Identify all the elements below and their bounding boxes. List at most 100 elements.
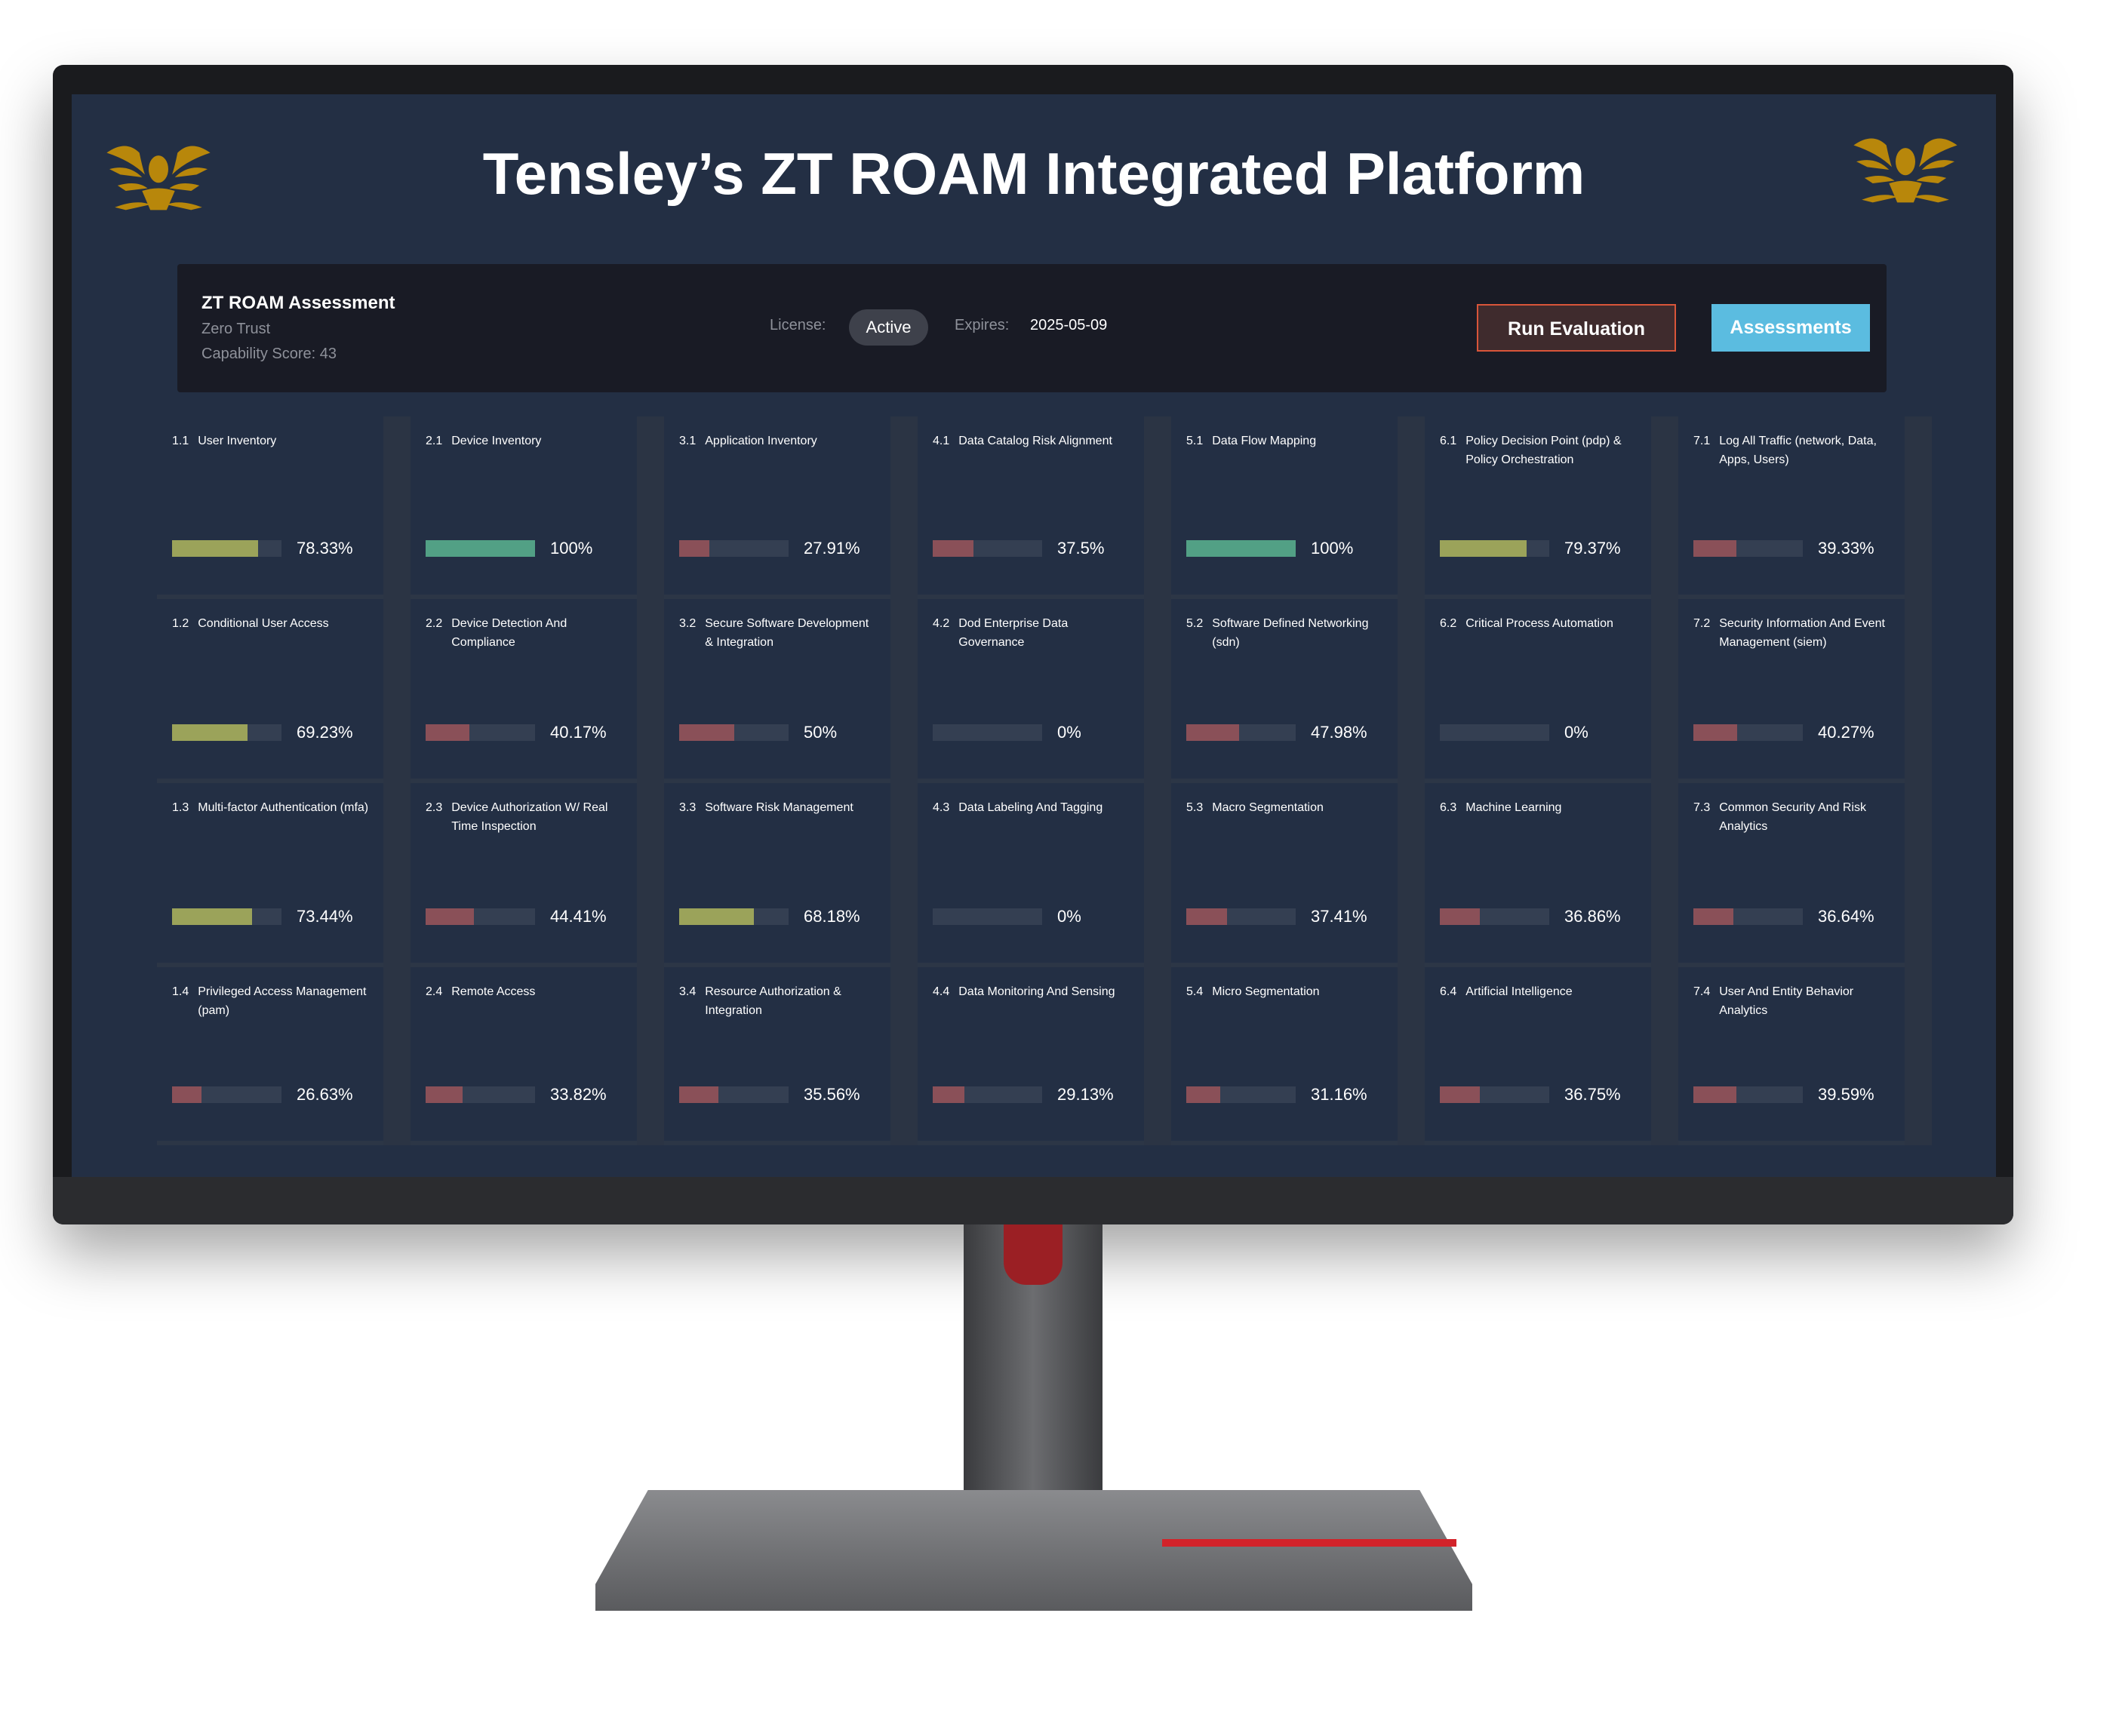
progress-percent: 36.64% [1818,907,1874,926]
capability-number: 6.1 [1440,435,1457,447]
run-evaluation-button[interactable]: Run Evaluation [1477,304,1676,352]
progress-fill [933,1086,965,1103]
capability-number: 7.1 [1693,435,1711,447]
capability-name: Security Information And Event Managemen… [1719,617,1885,649]
capability-label: 2.2 Device Detection And Compliance [426,614,626,652]
capability-card[interactable]: 6.2 Critical Process Automation 0% [1425,599,1651,783]
capability-card[interactable]: 1.3 Multi-factor Authentication (mfa) 73.… [157,783,383,967]
capability-label: 1.4 Privileged Access Management (pam) [172,982,372,1020]
progress-fill [679,908,754,925]
capability-label: 5.4 Micro Segmentation [1186,982,1386,1001]
progress-fill [426,724,470,741]
capability-card[interactable]: 5.4 Micro Segmentation 31.16% [1171,967,1398,1145]
capability-name: Dod Enterprise Data Governance [958,617,1069,649]
capability-card[interactable]: 2.3 Device Authorization W/ Real Time Ins… [411,783,637,967]
capability-name: Privileged Access Management (pam) [198,985,367,1017]
capability-card[interactable]: 4.1 Data Catalog Risk Alignment 37.5% [918,416,1144,599]
progress-bar [172,1086,281,1103]
license-status-badge: Active [849,309,928,346]
progress-fill [1186,908,1228,925]
capability-number: 7.3 [1693,801,1711,814]
capability-card[interactable]: 5.1 Data Flow Mapping 100% [1171,416,1398,599]
capability-card[interactable]: 6.1 Policy Decision Point (pdp) & Policy … [1425,416,1651,599]
progress-percent: 39.59% [1818,1085,1874,1104]
progress-percent: 0% [1057,723,1081,742]
capability-name: Multi-factor Authentication (mfa) [198,801,369,814]
capability-card[interactable]: 4.3 Data Labeling And Tagging 0% [918,783,1144,967]
capability-card[interactable]: 5.2 Software Defined Networking (sdn) 47.… [1171,599,1398,783]
capability-card[interactable]: 6.4 Artificial Intelligence 36.75% [1425,967,1651,1145]
column-gutter [637,416,664,1145]
capability-card[interactable]: 7.2 Security Information And Event Manage… [1678,599,1905,783]
capability-name: Policy Decision Point (pdp) & Policy Orc… [1465,435,1622,466]
assessments-button[interactable]: Assessments [1711,304,1870,352]
capability-card[interactable]: 5.3 Macro Segmentation 37.41% [1171,783,1398,967]
capability-name: Conditional User Access [198,617,329,630]
capability-number: 4.2 [933,617,950,630]
page-title: Tensley’s ZT ROAM Integrated Platform [482,140,1585,207]
capability-card[interactable]: 6.3 Machine Learning 36.86% [1425,783,1651,967]
capability-number: 3.1 [679,435,697,447]
progress-fill [172,724,248,741]
assessment-panel: ZT ROAM Assessment Zero Trust Capability… [177,264,1887,392]
capability-label: 4.1 Data Catalog Risk Alignment [933,432,1133,450]
capability-label: 7.2 Security Information And Event Manage… [1693,614,1893,652]
capability-card[interactable]: 4.2 Dod Enterprise Data Governance 0% [918,599,1144,783]
expires-label: Expires: [955,317,1010,333]
column-gutter [890,416,918,1145]
capability-number: 6.4 [1440,985,1457,998]
monitor-stand-base [595,1490,1472,1611]
capability-card[interactable]: 7.3 Common Security And Risk Analytics 36… [1678,783,1905,967]
progress-fill [172,908,253,925]
capability-label: 6.3 Machine Learning [1440,798,1640,817]
progress-bar [426,1086,535,1103]
capability-card[interactable]: 3.1 Application Inventory 27.91% [664,416,890,599]
capability-label: 6.2 Critical Process Automation [1440,614,1640,633]
progress-fill [1693,1086,1737,1103]
progress-fill [1186,1086,1221,1103]
progress-percent: 44.41% [550,907,607,926]
progress-bar [172,908,281,925]
capability-label: 2.4 Remote Access [426,982,626,1001]
capability-label: 7.4 User And Entity Behavior Analytics [1693,982,1893,1020]
progress-fill [1693,724,1738,741]
capability-number: 1.2 [172,617,189,630]
capability-card[interactable]: 4.4 Data Monitoring And Sensing 29.13% [918,967,1144,1145]
capability-number: 4.4 [933,985,950,998]
capability-card[interactable]: 7.4 User And Entity Behavior Analytics 39… [1678,967,1905,1145]
progress-bar [1693,908,1803,925]
capability-card[interactable]: 2.2 Device Detection And Compliance 40.17… [411,599,637,783]
capability-label: 7.1 Log All Traffic (network, Data, Apps,… [1693,432,1893,469]
capability-card[interactable]: 2.1 Device Inventory 100% [411,416,637,599]
capability-card[interactable]: 3.2 Secure Software Development & Integra… [664,599,890,783]
capability-card[interactable]: 1.2 Conditional User Access 69.23% [157,599,383,783]
progress-bar [172,724,281,741]
progress-fill [1186,540,1296,557]
capability-number: 7.4 [1693,985,1711,998]
progress-bar [426,908,535,925]
capability-label: 2.1 Device Inventory [426,432,626,450]
capability-name: Data Labeling And Tagging [958,801,1103,814]
capability-label: 5.3 Macro Segmentation [1186,798,1386,817]
column-gutter [1144,416,1171,1145]
assessment-title: ZT ROAM Assessment [201,293,395,313]
progress-percent: 33.82% [550,1085,607,1104]
capability-number: 1.1 [172,435,189,447]
capability-name: Device Detection And Compliance [451,617,567,649]
capability-name: Data Flow Mapping [1212,435,1317,447]
capability-card[interactable]: 3.3 Software Risk Management 68.18% [664,783,890,967]
capability-score: Capability Score: 43 [201,346,337,362]
capability-card[interactable]: 7.1 Log All Traffic (network, Data, Apps,… [1678,416,1905,599]
capability-number: 7.2 [1693,617,1711,630]
capability-card[interactable]: 1.1 User Inventory 78.33% [157,416,383,599]
capability-card[interactable]: 2.4 Remote Access 33.82% [411,967,637,1145]
progress-bar [933,540,1042,557]
progress-fill [1693,908,1734,925]
capability-card[interactable]: 3.4 Resource Authorization & Integration … [664,967,890,1145]
capability-card[interactable]: 1.4 Privileged Access Management (pam) 26… [157,967,383,1145]
progress-percent: 40.27% [1818,723,1874,742]
progress-fill [679,724,734,741]
progress-fill [933,540,974,557]
progress-fill [1440,908,1481,925]
capability-number: 2.1 [426,435,443,447]
